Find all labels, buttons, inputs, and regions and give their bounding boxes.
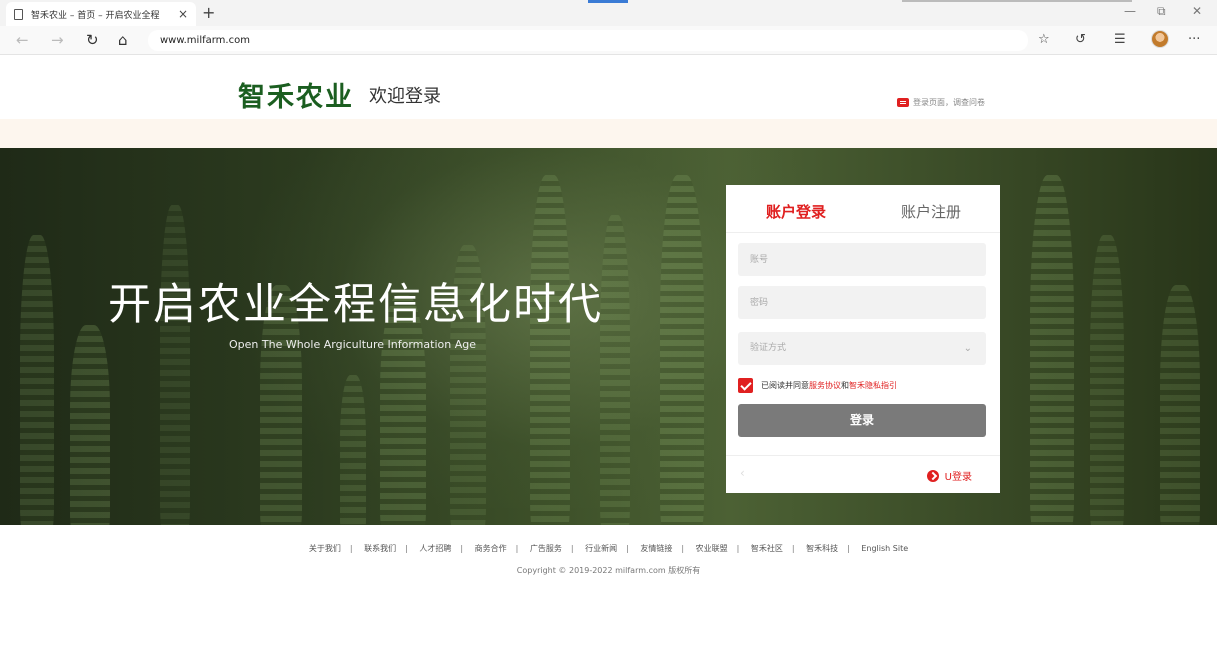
wheat-stalk bbox=[160, 205, 190, 525]
favorites-list-icon[interactable]: ☰ bbox=[1114, 32, 1126, 47]
wheat-stalk bbox=[340, 375, 366, 525]
agree-and: 和 bbox=[841, 381, 849, 390]
tab-close-icon[interactable]: × bbox=[178, 7, 188, 21]
agree-prefix: 已阅读并同意 bbox=[761, 381, 809, 390]
footer-separator: | bbox=[626, 544, 629, 553]
forward-icon[interactable]: → bbox=[51, 31, 64, 49]
footer-separator: | bbox=[681, 544, 685, 553]
u-login-link[interactable]: U登录 bbox=[926, 468, 972, 483]
u-login-label: U登录 bbox=[944, 472, 972, 483]
footer-link[interactable]: 友情链接 bbox=[640, 544, 672, 553]
footer-link[interactable]: 行业新闻 bbox=[585, 544, 617, 553]
collections-icon[interactable]: ↺ bbox=[1075, 32, 1086, 47]
footer-link[interactable]: English Site bbox=[861, 544, 908, 553]
wheat-stalk bbox=[70, 325, 110, 525]
wheat-stalk bbox=[1030, 175, 1074, 525]
new-tab-button[interactable]: + bbox=[202, 3, 215, 22]
arrow-circle-icon bbox=[926, 469, 939, 482]
login-tabs: 账户登录 账户注册 bbox=[726, 185, 1000, 233]
header-strip bbox=[0, 119, 1217, 148]
footer-link[interactable]: 联系我们 bbox=[364, 544, 396, 553]
site-logo[interactable]: 智禾农业 bbox=[238, 75, 354, 114]
site-header: 智禾农业 欢迎登录 登录页面，调查问卷 bbox=[0, 55, 1217, 119]
service-agreement-link[interactable]: 服务协议 bbox=[809, 380, 841, 391]
footer-separator: | bbox=[791, 544, 795, 553]
footer-link[interactable]: 智禾社区 bbox=[751, 544, 783, 553]
privacy-guide-link[interactable]: 智禾隐私指引 bbox=[849, 380, 897, 391]
footer-separator: | bbox=[570, 544, 574, 553]
minimize-icon[interactable]: — bbox=[1124, 4, 1136, 18]
chevron-down-icon: ⌄ bbox=[963, 343, 972, 354]
refresh-icon[interactable]: ↻ bbox=[86, 31, 99, 49]
footer-separator: | bbox=[515, 544, 519, 553]
copyright-text: Copyright © 2019-2022 milfarm.com 版权所有 bbox=[516, 566, 701, 575]
tab-account-register[interactable]: 账户注册 bbox=[901, 201, 961, 222]
hero-title: 开启农业全程信息化时代 bbox=[108, 280, 603, 330]
tab-bar-divider bbox=[902, 0, 1132, 2]
footer-separator: | bbox=[460, 544, 464, 553]
browser-tab[interactable]: 智禾农业 – 首页 – 开启农业全程 × bbox=[6, 2, 196, 26]
password-input[interactable] bbox=[738, 286, 986, 319]
footer-link[interactable]: 广告服务 bbox=[530, 544, 562, 553]
message-icon bbox=[897, 98, 909, 107]
wheat-stalk bbox=[20, 235, 54, 525]
verify-method-label: 验证方式 bbox=[750, 343, 787, 353]
wheat-stalk bbox=[1090, 235, 1124, 525]
loading-indicator bbox=[588, 0, 628, 3]
favorite-star-icon[interactable]: ☆ bbox=[1038, 32, 1050, 47]
wheat-stalk bbox=[1160, 285, 1200, 525]
footer-link[interactable]: 智禾科技 bbox=[806, 544, 838, 553]
footer-links: 关于我们 | 联系我们 | 人才招聘 | 商务合作 | 广告服务 | 行业新闻 | 友情链接… bbox=[0, 543, 1217, 554]
hero-banner: 开启农业全程信息化时代 Open The Whole Argiculture I… bbox=[0, 148, 1217, 525]
home-icon[interactable]: ⌂ bbox=[118, 31, 128, 49]
agree-checkbox[interactable] bbox=[738, 378, 753, 393]
tab-account-login[interactable]: 账户登录 bbox=[766, 201, 826, 222]
browser-tab-bar: 智禾农业 – 首页 – 开启农业全程 × + — ⧉ ✕ bbox=[0, 0, 1217, 26]
document-icon bbox=[14, 8, 23, 20]
back-icon[interactable]: ← bbox=[16, 31, 29, 49]
login-button[interactable]: 登录 bbox=[738, 404, 986, 437]
more-menu-icon[interactable]: ··· bbox=[1188, 32, 1200, 47]
survey-notice-text: 登录页面，调查问卷 bbox=[913, 98, 985, 107]
browser-toolbar: ← → ↻ ⌂ www.milfarm.com ☆ ↺ ☰ ··· bbox=[0, 26, 1217, 55]
hero-subtitle: Open The Whole Argiculture Information A… bbox=[229, 338, 476, 351]
footer-separator: | bbox=[405, 544, 408, 553]
agreement-row: 已阅读并同意 服务协议 和 智禾隐私指引 bbox=[738, 378, 897, 393]
address-bar[interactable]: www.milfarm.com bbox=[148, 30, 1028, 51]
wheat-stalk bbox=[660, 175, 704, 525]
footer-link[interactable]: 商务合作 bbox=[475, 544, 507, 553]
footer-link[interactable]: 关于我们 bbox=[309, 544, 341, 553]
wheat-stalk bbox=[600, 215, 630, 525]
login-panel-footer: ‹ U登录 bbox=[726, 455, 1000, 493]
restore-icon[interactable]: ⧉ bbox=[1157, 4, 1166, 19]
footer-separator: | bbox=[736, 544, 740, 553]
welcome-text: 欢迎登录 bbox=[369, 86, 441, 107]
tab-title: 智禾农业 – 首页 – 开启农业全程 bbox=[31, 10, 160, 21]
wheat-stalk bbox=[530, 175, 570, 525]
close-window-icon[interactable]: ✕ bbox=[1192, 4, 1202, 18]
verify-method-select[interactable]: 验证方式 ⌄ bbox=[738, 332, 986, 365]
profile-avatar[interactable] bbox=[1151, 30, 1169, 48]
account-input[interactable] bbox=[738, 243, 986, 276]
footer-separator: | bbox=[349, 544, 353, 553]
footer-separator: | bbox=[847, 544, 850, 553]
survey-notice[interactable]: 登录页面，调查问卷 bbox=[897, 97, 985, 108]
chevron-left-icon[interactable]: ‹ bbox=[740, 466, 745, 480]
footer-link[interactable]: 人才招聘 bbox=[419, 544, 451, 553]
login-panel: 账户登录 账户注册 验证方式 ⌄ 已阅读并同意 服务协议 和 智禾隐私指引 登录… bbox=[726, 185, 1000, 493]
footer-link[interactable]: 农业联盟 bbox=[696, 544, 728, 553]
